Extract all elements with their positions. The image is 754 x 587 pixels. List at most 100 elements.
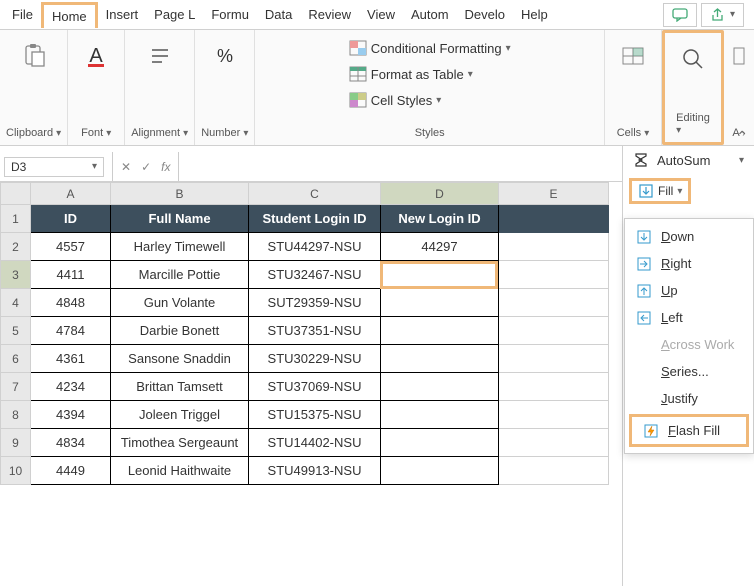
cell[interactable]: STU14402-NSU (249, 429, 381, 457)
col-header-b[interactable]: B (111, 183, 249, 205)
cell[interactable]: New Login ID (381, 205, 499, 233)
fill-right-item[interactable]: Right (625, 250, 753, 277)
cell[interactable] (499, 317, 609, 345)
cell[interactable] (499, 261, 609, 289)
cell[interactable]: Leonid Haithwaite (111, 457, 249, 485)
cell[interactable]: STU15375-NSU (249, 401, 381, 429)
tab-data[interactable]: Data (257, 3, 300, 26)
cell[interactable]: 4234 (31, 373, 111, 401)
cell[interactable] (499, 401, 609, 429)
col-header-a[interactable]: A (31, 183, 111, 205)
cell[interactable] (381, 261, 499, 289)
col-header-e[interactable]: E (499, 183, 609, 205)
tab-help[interactable]: Help (513, 3, 556, 26)
cell[interactable] (381, 345, 499, 373)
row-header-2[interactable]: 2 (1, 233, 31, 261)
fill-up-item[interactable]: Up (625, 277, 753, 304)
conditional-formatting-button[interactable]: Conditional Formatting ▾ (345, 38, 515, 58)
tab-page-layout[interactable]: Page L (146, 3, 203, 26)
cell[interactable] (499, 205, 609, 233)
name-box[interactable]: D3 ▾ (4, 157, 104, 177)
cell[interactable] (381, 429, 499, 457)
cell[interactable] (499, 429, 609, 457)
cell[interactable]: 4394 (31, 401, 111, 429)
row-header-6[interactable]: 6 (1, 345, 31, 373)
cell[interactable]: Full Name (111, 205, 249, 233)
cell[interactable]: ID (31, 205, 111, 233)
format-as-table-button[interactable]: Format as Table ▾ (345, 64, 477, 84)
editing-button[interactable] (671, 41, 715, 77)
cell[interactable]: STU49913-NSU (249, 457, 381, 485)
select-all-corner[interactable] (1, 183, 31, 205)
row-header-5[interactable]: 5 (1, 317, 31, 345)
cell[interactable] (499, 345, 609, 373)
cell[interactable]: 44297 (381, 233, 499, 261)
cell[interactable]: STU44297-NSU (249, 233, 381, 261)
cell[interactable] (499, 457, 609, 485)
cell[interactable]: STU30229-NSU (249, 345, 381, 373)
tab-view[interactable]: View (359, 3, 403, 26)
flash-fill-item[interactable]: Flash Fill (629, 414, 749, 447)
row-header-3[interactable]: 3 (1, 261, 31, 289)
share-button[interactable]: ▾ (701, 3, 744, 27)
cancel-icon[interactable]: ✕ (121, 160, 131, 174)
cell[interactable]: Marcille Pottie (111, 261, 249, 289)
cell[interactable] (381, 401, 499, 429)
tab-insert[interactable]: Insert (98, 3, 147, 26)
cell[interactable] (381, 317, 499, 345)
fill-left-item[interactable]: Left (625, 304, 753, 331)
cell[interactable] (381, 289, 499, 317)
cell[interactable]: Gun Volante (111, 289, 249, 317)
overflow-button[interactable] (730, 38, 748, 74)
enter-icon[interactable]: ✓ (141, 160, 151, 174)
cell[interactable] (381, 373, 499, 401)
cell[interactable]: Harley Timewell (111, 233, 249, 261)
tab-review[interactable]: Review (300, 3, 359, 26)
cell[interactable] (499, 373, 609, 401)
fill-series-item[interactable]: Series... (625, 358, 753, 385)
row-header-4[interactable]: 4 (1, 289, 31, 317)
row-header-7[interactable]: 7 (1, 373, 31, 401)
cell[interactable]: STU37069-NSU (249, 373, 381, 401)
cell[interactable]: 4361 (31, 345, 111, 373)
fill-button[interactable]: Fill ▾ (629, 178, 691, 204)
autosum-button[interactable]: AutoSum ▾ (623, 146, 754, 174)
cell[interactable]: Brittan Tamsett (111, 373, 249, 401)
cell[interactable]: STU37351-NSU (249, 317, 381, 345)
fill-justify-item[interactable]: Justify (625, 385, 753, 412)
cell[interactable]: Timothea Sergeaunt (111, 429, 249, 457)
tab-developer[interactable]: Develo (457, 3, 513, 26)
tab-automate[interactable]: Autom (403, 3, 457, 26)
clipboard-button[interactable] (12, 38, 56, 74)
tab-file[interactable]: File (4, 3, 41, 26)
font-button[interactable]: A (74, 38, 118, 74)
comments-button[interactable] (663, 3, 697, 27)
cell[interactable] (499, 233, 609, 261)
fx-icon[interactable]: fx (161, 160, 170, 174)
cell[interactable]: 4557 (31, 233, 111, 261)
row-header-9[interactable]: 9 (1, 429, 31, 457)
collapse-ribbon-icon[interactable]: ⌃ (736, 128, 748, 145)
cell[interactable]: 4411 (31, 261, 111, 289)
cell[interactable]: Joleen Triggel (111, 401, 249, 429)
cell[interactable]: 4834 (31, 429, 111, 457)
tab-formulas[interactable]: Formu (203, 3, 257, 26)
cell[interactable]: 4449 (31, 457, 111, 485)
cell[interactable]: SUT29359-NSU (249, 289, 381, 317)
row-header-10[interactable]: 10 (1, 457, 31, 485)
cell[interactable]: 4784 (31, 317, 111, 345)
tab-home[interactable]: Home (41, 2, 98, 28)
cell-styles-button[interactable]: Cell Styles ▾ (345, 90, 445, 110)
cell[interactable]: Sansone Snaddin (111, 345, 249, 373)
cells-button[interactable] (611, 38, 655, 74)
cell[interactable]: Student Login ID (249, 205, 381, 233)
col-header-c[interactable]: C (249, 183, 381, 205)
cell[interactable] (381, 457, 499, 485)
cell[interactable]: 4848 (31, 289, 111, 317)
cell[interactable]: STU32467-NSU (249, 261, 381, 289)
col-header-d[interactable]: D (381, 183, 499, 205)
row-header-8[interactable]: 8 (1, 401, 31, 429)
alignment-button[interactable] (138, 38, 182, 74)
number-button[interactable]: % (203, 38, 247, 74)
cell[interactable] (499, 289, 609, 317)
